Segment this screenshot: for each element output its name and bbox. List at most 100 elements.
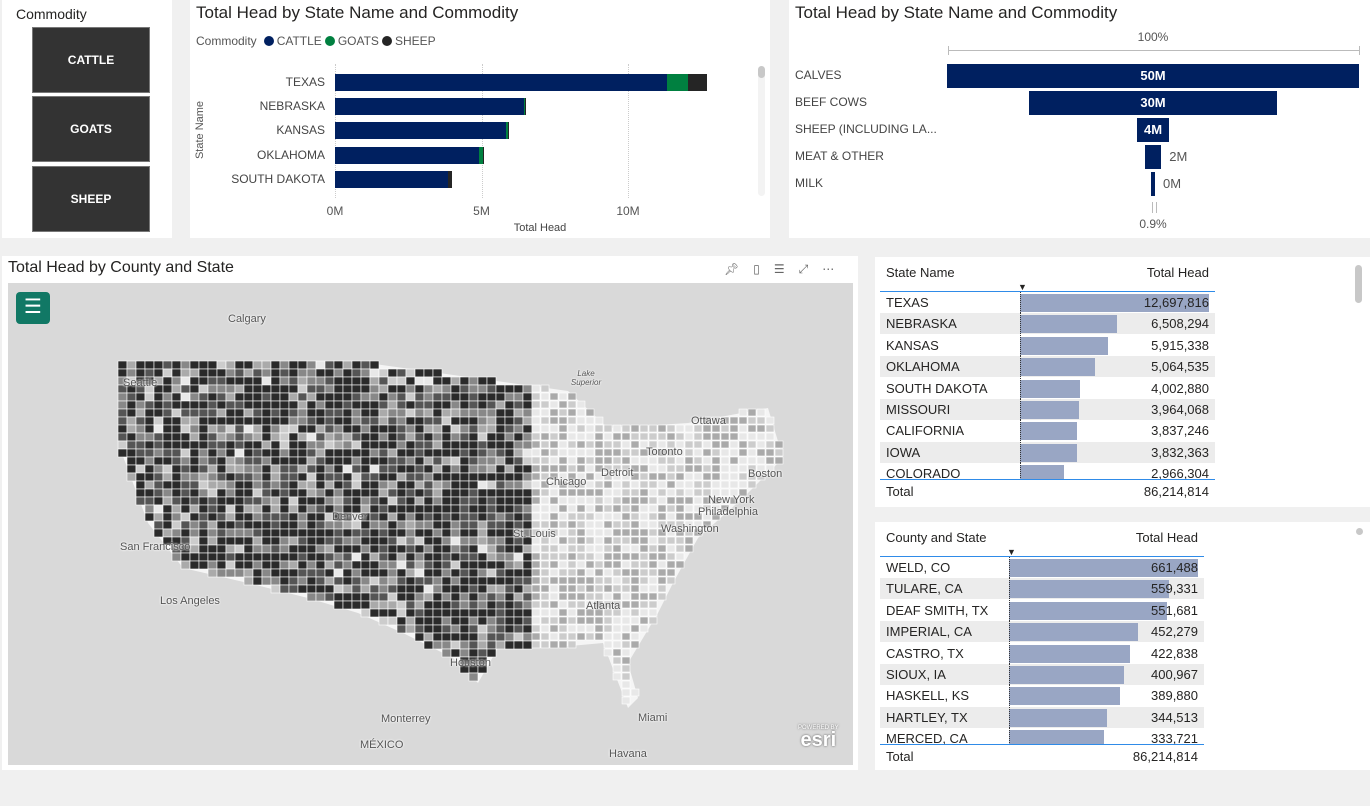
county-shape[interactable] <box>378 528 389 538</box>
county-shape[interactable] <box>423 472 434 482</box>
county-shape[interactable] <box>720 456 730 465</box>
county-shape[interactable] <box>423 512 434 522</box>
county-shape[interactable] <box>675 504 685 513</box>
county-shape[interactable] <box>522 384 533 394</box>
county-shape[interactable] <box>675 496 685 505</box>
county-shape[interactable] <box>324 448 335 458</box>
county-shape[interactable] <box>603 552 613 561</box>
county-shape[interactable] <box>468 392 479 402</box>
county-shape[interactable] <box>450 416 461 426</box>
county-shape[interactable] <box>522 424 533 434</box>
county-shape[interactable] <box>396 600 407 610</box>
county-shape[interactable] <box>630 424 640 433</box>
county-shape[interactable] <box>324 592 335 602</box>
county-shape[interactable] <box>522 592 533 602</box>
county-shape[interactable] <box>414 496 425 506</box>
county-shape[interactable] <box>270 400 281 410</box>
county-shape[interactable] <box>387 416 398 426</box>
county-shape[interactable] <box>279 472 290 482</box>
county-shape[interactable] <box>144 392 155 402</box>
county-shape[interactable] <box>531 576 541 585</box>
county-shape[interactable] <box>666 456 676 465</box>
county-shape[interactable] <box>234 544 245 554</box>
county-shape[interactable] <box>531 624 541 633</box>
county-shape[interactable] <box>540 416 550 425</box>
county-shape[interactable] <box>612 656 622 665</box>
county-shape[interactable] <box>567 624 577 633</box>
county-shape[interactable] <box>441 616 452 626</box>
county-shape[interactable] <box>342 400 353 410</box>
county-shape[interactable] <box>189 488 200 498</box>
county-shape[interactable] <box>234 392 245 402</box>
county-shape[interactable] <box>576 600 586 609</box>
county-shape[interactable] <box>549 408 559 417</box>
county-shape[interactable] <box>630 560 640 569</box>
county-shape[interactable] <box>531 616 541 625</box>
county-shape[interactable] <box>648 472 658 481</box>
county-shape[interactable] <box>621 512 631 521</box>
county-shape[interactable] <box>486 472 497 482</box>
county-shape[interactable] <box>288 560 299 570</box>
county-shape[interactable] <box>288 584 299 594</box>
county-shape[interactable] <box>216 376 227 386</box>
county-shape[interactable] <box>189 360 200 370</box>
county-shape[interactable] <box>261 400 272 410</box>
county-shape[interactable] <box>612 488 622 497</box>
county-shape[interactable] <box>135 488 146 498</box>
county-shape[interactable] <box>639 592 649 601</box>
county-shape[interactable] <box>405 560 416 570</box>
county-shape[interactable] <box>468 592 479 602</box>
county-shape[interactable] <box>693 496 703 505</box>
county-shape[interactable] <box>486 584 497 594</box>
county-shape[interactable] <box>225 392 236 402</box>
county-shape[interactable] <box>216 520 227 530</box>
county-shape[interactable] <box>189 368 200 378</box>
county-shape[interactable] <box>648 480 658 489</box>
county-shape[interactable] <box>279 416 290 426</box>
county-shape[interactable] <box>234 552 245 562</box>
county-shape[interactable] <box>405 376 416 386</box>
county-shape[interactable] <box>378 368 389 378</box>
county-shape[interactable] <box>684 464 694 473</box>
county-shape[interactable] <box>594 528 604 537</box>
county-shape[interactable] <box>513 408 524 418</box>
county-shape[interactable] <box>522 608 533 618</box>
table-row[interactable]: CASTRO, TX 422,838 <box>880 642 1204 664</box>
bar-segment-sheep[interactable] <box>524 98 526 116</box>
county-shape[interactable] <box>459 632 470 642</box>
county-shape[interactable] <box>684 432 694 441</box>
county-shape[interactable] <box>405 624 416 634</box>
county-shape[interactable] <box>153 360 164 370</box>
county-shape[interactable] <box>414 368 425 378</box>
county-shape[interactable] <box>216 472 227 482</box>
county-shape[interactable] <box>639 464 649 473</box>
county-shape[interactable] <box>558 440 568 449</box>
county-shape[interactable] <box>666 512 676 521</box>
county-shape[interactable] <box>225 368 236 378</box>
county-shape[interactable] <box>378 488 389 498</box>
county-shape[interactable] <box>351 440 362 450</box>
county-shape[interactable] <box>342 576 353 586</box>
county-shape[interactable] <box>207 528 218 538</box>
county-shape[interactable] <box>198 560 209 570</box>
county-shape[interactable] <box>711 440 721 449</box>
county-shape[interactable] <box>657 592 667 601</box>
county-shape[interactable] <box>432 408 443 418</box>
county-shape[interactable] <box>414 440 425 450</box>
county-shape[interactable] <box>189 376 200 386</box>
county-shape[interactable] <box>288 384 299 394</box>
county-shape[interactable] <box>594 624 604 633</box>
county-shape[interactable] <box>333 488 344 498</box>
county-shape[interactable] <box>747 440 757 449</box>
county-shape[interactable] <box>495 600 506 610</box>
county-shape[interactable] <box>180 528 191 538</box>
county-shape[interactable] <box>234 440 245 450</box>
county-shape[interactable] <box>198 384 209 394</box>
county-shape[interactable] <box>306 592 317 602</box>
county-shape[interactable] <box>279 552 290 562</box>
county-shape[interactable] <box>558 640 568 649</box>
county-shape[interactable] <box>531 440 541 449</box>
county-shape[interactable] <box>540 488 550 497</box>
county-shape[interactable] <box>270 488 281 498</box>
county-shape[interactable] <box>729 472 739 481</box>
